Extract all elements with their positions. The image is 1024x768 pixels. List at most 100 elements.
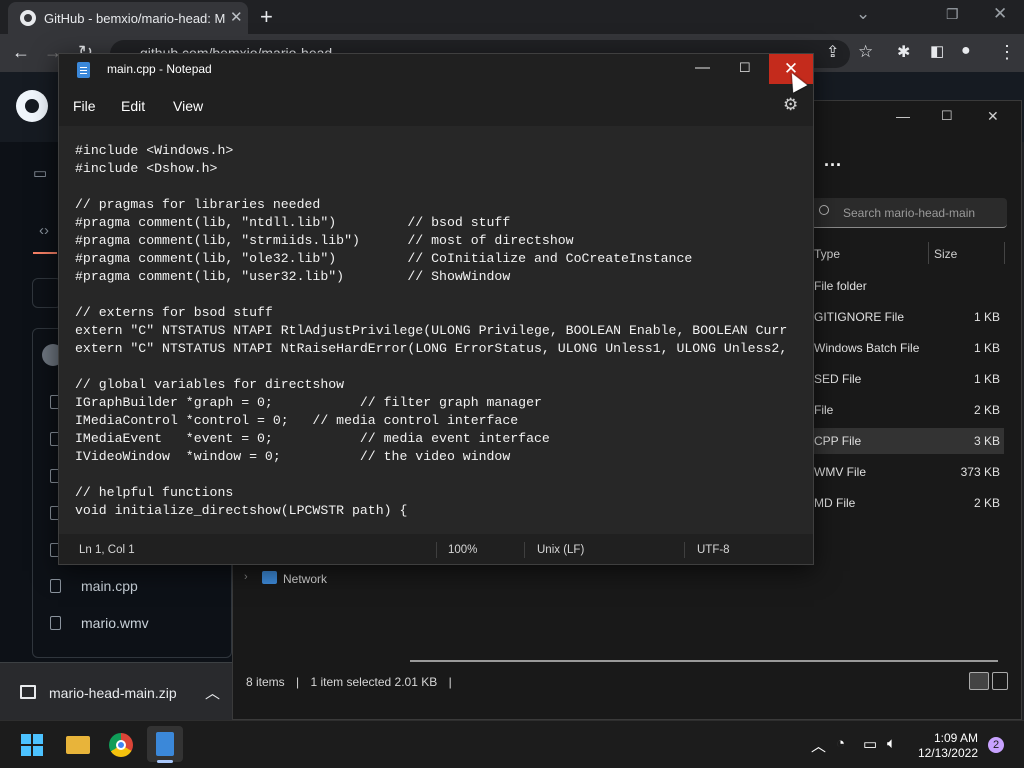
menu-edit[interactable]: Edit: [121, 98, 145, 114]
download-bar: mario-head-main.zip ︿: [0, 662, 232, 720]
maximize-icon[interactable]: ☐: [739, 60, 751, 76]
explorer-file-row[interactable]: Windows Batch File 1 KB: [808, 335, 1004, 361]
chrome-taskbar-icon[interactable]: [109, 733, 133, 757]
file-type: CPP File: [814, 434, 862, 448]
zoom-level: 100%: [448, 544, 478, 556]
notepad-icon: [77, 62, 90, 78]
file-name[interactable]: main.cpp: [81, 578, 138, 594]
menu-file[interactable]: File: [73, 98, 96, 114]
file-row-main-cpp[interactable]: main.cpp: [50, 568, 230, 604]
file-type: WMV File: [814, 465, 866, 479]
bookmark-star-icon[interactable]: ☆: [858, 42, 873, 62]
side-panel-icon[interactable]: ◧: [930, 42, 944, 60]
file-icon: [50, 579, 61, 593]
item-count: 8 items: [246, 675, 285, 689]
explorer-status-bar: 8 items | 1 item selected 2.01 KB |: [246, 675, 452, 689]
explorer-file-row-selected[interactable]: CPP File 3 KB: [808, 428, 1004, 454]
notepad-status-bar: Ln 1, Col 1 100% Unix (LF) UTF-8: [59, 534, 813, 564]
divider: [436, 542, 437, 558]
text-editor[interactable]: #include <Windows.h> #include <Dshow.h> …: [59, 126, 813, 534]
explorer-file-row[interactable]: File folder: [808, 273, 1004, 299]
explorer-maximize-icon[interactable]: ☐: [941, 108, 953, 124]
minimize-icon[interactable]: —: [695, 59, 710, 76]
chevron-up-icon[interactable]: ︿: [205, 682, 220, 703]
file-size: 373 KB: [960, 465, 1000, 479]
start-windows-icon[interactable]: [21, 734, 43, 756]
extensions-icon[interactable]: ✱: [897, 42, 910, 62]
tiles-view-icon[interactable]: [992, 672, 1008, 690]
line-ending[interactable]: Unix (LF): [537, 544, 584, 556]
back-icon[interactable]: ←: [12, 42, 30, 63]
explorer-file-row[interactable]: WMV File 373 KB: [808, 459, 1004, 485]
search-placeholder: Search mario-head-main: [843, 206, 976, 220]
notepad-title-bar[interactable]: main.cpp - Notepad — ☐ ✕: [59, 54, 813, 86]
file-size: 3 KB: [973, 434, 1000, 448]
explorer-file-row[interactable]: GITIGNORE File 1 KB: [808, 304, 1004, 330]
file-type: File folder: [814, 279, 867, 293]
share-icon[interactable]: ⇪: [826, 42, 839, 62]
chevron-right-icon[interactable]: ›: [244, 571, 248, 583]
zip-file-icon: [20, 685, 36, 699]
explorer-minimize-icon[interactable]: —: [896, 108, 910, 124]
clock-date[interactable]: 12/13/2022: [910, 746, 978, 760]
file-row-mario-wmv[interactable]: mario.wmv: [50, 605, 230, 641]
notepad-title: main.cpp - Notepad: [107, 62, 212, 76]
more-options-icon[interactable]: ...: [824, 150, 842, 171]
code-icon[interactable]: ‹›: [39, 222, 49, 239]
column-header-type[interactable]: Type: [814, 247, 840, 261]
github-logo-icon[interactable]: [16, 90, 48, 122]
selection-info: 1 item selected 2.01 KB: [310, 675, 438, 689]
network-tray-icon[interactable]: ▭: [863, 735, 877, 753]
new-tab-icon[interactable]: +: [260, 4, 273, 30]
details-view-icon[interactable]: [969, 672, 989, 690]
explorer-file-row[interactable]: File 2 KB: [808, 397, 1004, 423]
nav-item-network[interactable]: Network: [283, 572, 327, 586]
gear-icon[interactable]: ⚙: [783, 95, 798, 115]
file-type: MD File: [814, 496, 856, 510]
volume-icon[interactable]: 🔈︎: [887, 735, 896, 752]
file-size: 1 KB: [973, 341, 1000, 355]
notification-badge[interactable]: 2: [988, 737, 1004, 753]
column-header-size[interactable]: Size: [934, 247, 957, 261]
chrome-menu-icon[interactable]: ⋮: [998, 42, 1016, 63]
explorer-file-row[interactable]: MD File 2 KB: [808, 490, 1004, 516]
repo-icon[interactable]: ▭: [33, 164, 47, 182]
file-explorer-taskbar-icon[interactable]: [66, 736, 90, 754]
column-divider[interactable]: [1004, 242, 1005, 264]
menu-view[interactable]: View: [173, 98, 203, 114]
browser-tab-title: GitHub - bemxio/mario-head: Made: [44, 11, 226, 26]
divider: [524, 542, 525, 558]
tab-close-icon[interactable]: ✕: [230, 8, 243, 26]
network-icon: [262, 571, 277, 584]
file-size: 1 KB: [973, 372, 1000, 386]
chevron-up-icon[interactable]: ︿: [811, 735, 826, 756]
code-tab-underline: [33, 252, 57, 254]
search-icon: [819, 205, 829, 215]
file-size: 2 KB: [973, 403, 1000, 417]
browser-close-icon[interactable]: ✕: [993, 4, 1007, 24]
divider: [684, 542, 685, 558]
notepad-menu-bar: File Edit View ⚙: [59, 86, 813, 126]
file-type: SED File: [814, 372, 862, 386]
explorer-file-row[interactable]: SED File 1 KB: [808, 366, 1004, 392]
file-icon: [50, 616, 61, 630]
horizontal-scrollbar[interactable]: [410, 660, 998, 662]
notepad-window: main.cpp - Notepad — ☐ ✕ File Edit View …: [58, 53, 814, 565]
editor-content[interactable]: #include <Windows.h> #include <Dshow.h> …: [75, 142, 797, 520]
cursor-position: Ln 1, Col 1: [79, 544, 135, 556]
file-type: GITIGNORE File: [814, 310, 905, 324]
column-divider[interactable]: [928, 242, 929, 264]
tab-search-icon[interactable]: ⌄: [856, 4, 870, 24]
clock-time[interactable]: 1:09 AM: [910, 731, 978, 745]
explorer-close-icon[interactable]: ✕: [987, 108, 999, 125]
file-size: 2 KB: [973, 496, 1000, 510]
browser-tab[interactable]: GitHub - bemxio/mario-head: Made ✕: [8, 2, 248, 34]
profile-icon[interactable]: ●: [961, 42, 971, 60]
explorer-search-input[interactable]: Search mario-head-main: [811, 198, 1007, 228]
restore-icon[interactable]: ❐: [946, 6, 959, 23]
download-file-name[interactable]: mario-head-main.zip: [49, 685, 177, 701]
file-name[interactable]: mario.wmv: [81, 615, 149, 631]
notepad-taskbar-icon[interactable]: [156, 732, 174, 756]
encoding[interactable]: UTF-8: [697, 544, 730, 556]
security-tray-icon[interactable]: ◔: [836, 735, 845, 752]
